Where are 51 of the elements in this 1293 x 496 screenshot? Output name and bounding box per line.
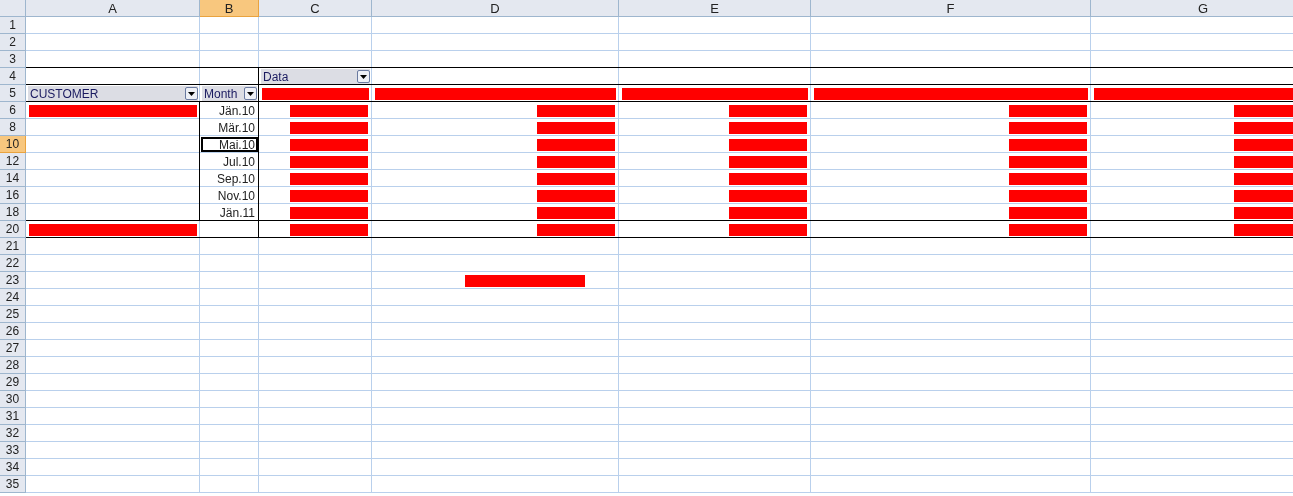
row-header[interactable]: 5 <box>0 85 26 102</box>
row-header[interactable]: 31 <box>0 408 26 425</box>
dropdown-button[interactable] <box>244 87 257 100</box>
column-header[interactable]: D <box>372 0 619 17</box>
row-header[interactable]: 12 <box>0 153 26 170</box>
caret-icon <box>188 91 195 96</box>
table-cell-text: Nov.10 <box>216 188 256 203</box>
column-header[interactable]: B <box>200 0 259 17</box>
column-header[interactable]: C <box>259 0 372 17</box>
pivot-field-button[interactable]: Data <box>261 69 370 84</box>
column-header[interactable]: E <box>619 0 811 17</box>
row-header[interactable]: 33 <box>0 442 26 459</box>
row-header[interactable]: 10 <box>0 136 26 153</box>
row-header[interactable]: 22 <box>0 255 26 272</box>
table-cell-text: Jul.10 <box>221 154 256 169</box>
table-cell-text: Jän.10 <box>217 103 256 118</box>
row-header[interactable]: 14 <box>0 170 26 187</box>
dropdown-button[interactable] <box>357 70 370 83</box>
row-header[interactable]: 1 <box>0 17 26 34</box>
row-header[interactable]: 2 <box>0 34 26 51</box>
table-cell-text: Mär.10 <box>217 120 256 135</box>
row-header[interactable]: 25 <box>0 306 26 323</box>
row-header[interactable]: 3 <box>0 51 26 68</box>
column-header[interactable]: F <box>811 0 1091 17</box>
row-header[interactable]: 4 <box>0 68 26 85</box>
row-header[interactable]: 21 <box>0 238 26 255</box>
table-cell-text: Sep.10 <box>215 171 256 186</box>
row-header[interactable]: 16 <box>0 187 26 204</box>
table-cell: Mai.10 <box>201 137 258 152</box>
row-header[interactable]: 20 <box>0 221 26 238</box>
row-header[interactable]: 30 <box>0 391 26 408</box>
row-header[interactable]: 28 <box>0 357 26 374</box>
table-cell-text: Jän.11 <box>218 205 256 220</box>
row-header[interactable]: 35 <box>0 476 26 493</box>
column-header[interactable]: A <box>26 0 200 17</box>
caret-icon <box>247 91 254 96</box>
dropdown-button[interactable] <box>185 87 198 100</box>
caret-icon <box>360 74 367 79</box>
column-header[interactable]: G <box>1091 0 1293 17</box>
row-header[interactable]: 8 <box>0 119 26 136</box>
row-header[interactable]: 6 <box>0 102 26 119</box>
row-header[interactable]: 34 <box>0 459 26 476</box>
pivot-field-button[interactable]: Month <box>202 86 257 101</box>
row-header[interactable]: 24 <box>0 289 26 306</box>
row-header[interactable]: 23 <box>0 272 26 289</box>
row-header[interactable]: 32 <box>0 425 26 442</box>
row-header[interactable]: 26 <box>0 323 26 340</box>
pivot-field-button[interactable]: CUSTOMER <box>28 86 198 101</box>
row-header[interactable]: 18 <box>0 204 26 221</box>
row-header[interactable]: 27 <box>0 340 26 357</box>
row-header[interactable]: 29 <box>0 374 26 391</box>
